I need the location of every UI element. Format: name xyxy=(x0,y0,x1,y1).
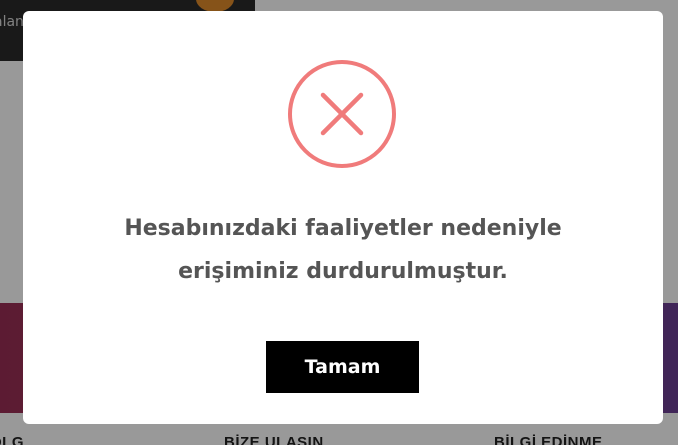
confirm-button[interactable]: Tamam xyxy=(266,341,419,393)
page: alan OLG BİZE ULAŞIN BİLGİ EDİNME Hesabı… xyxy=(0,0,678,445)
alert-dialog: Hesabınızdaki faaliyetler nedeniyle eriş… xyxy=(23,11,663,424)
dialog-message: Hesabınızdaki faaliyetler nedeniyle eriş… xyxy=(124,216,562,284)
error-x-circle-icon xyxy=(288,60,396,168)
